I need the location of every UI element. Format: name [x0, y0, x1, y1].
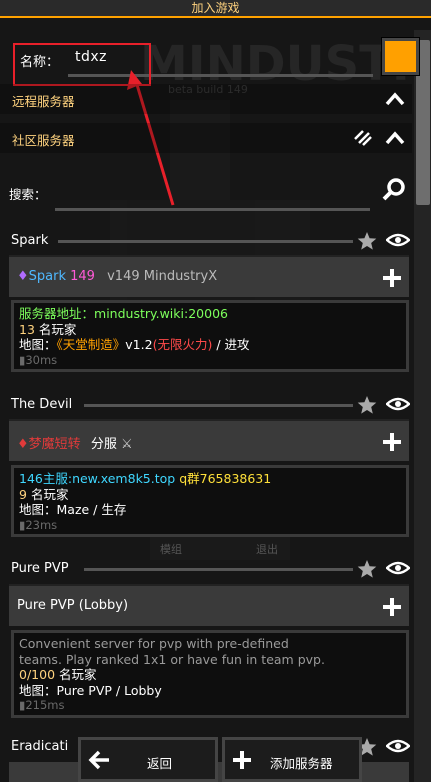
- ping-value: 215ms: [25, 698, 65, 712]
- server-name: ♦Spark 149 v149 MindustryX: [17, 269, 217, 284]
- add-server-button[interactable]: 添加服务器: [222, 737, 362, 782]
- map-label: 地图：: [19, 502, 57, 517]
- server-badge-icon: ♦: [17, 269, 29, 284]
- search-input[interactable]: [55, 208, 370, 211]
- star-icon[interactable]: [357, 559, 377, 579]
- ping-line: ▮23ms: [19, 518, 401, 534]
- ping-value: 23ms: [25, 517, 58, 532]
- server-group-title: Pure PVP: [11, 561, 69, 576]
- server-card-body[interactable]: 服务器地址：mindustry.wiki:20006 13 名玩家 地图：《天堂…: [11, 300, 409, 372]
- ping-value: 30ms: [25, 352, 58, 367]
- chevron-up-icon[interactable]: [385, 92, 405, 106]
- plus-icon[interactable]: [383, 269, 401, 287]
- player-count-line: 13 名玩家: [19, 322, 401, 338]
- server-tag: 分服: [90, 437, 117, 452]
- bg-menu-mods: 模组: [160, 542, 182, 556]
- section-remote[interactable]: 远程服务器: [0, 84, 412, 114]
- search-icon[interactable]: [382, 178, 406, 202]
- server-card-body[interactable]: Convenient server for pvp with pre-defin…: [11, 630, 409, 718]
- eye-icon[interactable]: [386, 560, 410, 576]
- add-server-button-label: 添加服务器: [270, 756, 333, 771]
- dialog-title: 加入游戏: [0, 0, 431, 18]
- section-community[interactable]: 社区服务器: [0, 123, 412, 153]
- player-count-line: 9 名玩家: [19, 487, 401, 503]
- plus-icon[interactable]: [383, 598, 401, 616]
- map-name: 《天堂制造》: [56, 337, 126, 352]
- ping-line: ▮30ms: [19, 353, 401, 369]
- eye-icon[interactable]: [386, 396, 410, 412]
- server-address-line: 服务器地址：mindustry.wiki:20006: [19, 306, 401, 322]
- map-line: 地图：Pure PVP / Lobby: [19, 683, 401, 699]
- sword-icon: ⚔: [120, 437, 133, 452]
- address-value: 146主服:new.xem8k5.top: [19, 471, 176, 486]
- star-icon[interactable]: [357, 395, 377, 415]
- divider: [84, 568, 353, 571]
- map-label: 地图：: [19, 682, 57, 698]
- divider: [58, 240, 353, 243]
- section-remote-label: 远程服务器: [12, 94, 75, 109]
- map-tag: (无限火力): [152, 337, 213, 352]
- search-label: 搜索：: [9, 187, 47, 202]
- server-card-header[interactable]: ♦梦魔短转 分服 ⚔: [9, 419, 409, 461]
- server-card-body[interactable]: 146主服:new.xem8k5.top q群765838631 9 名玩家 地…: [11, 465, 409, 537]
- hide-icon[interactable]: [353, 129, 373, 147]
- player-count: 0/100: [19, 667, 56, 682]
- map-label: 地图：: [19, 337, 57, 352]
- server-group-title: Eradicati: [11, 739, 69, 754]
- player-color-button[interactable]: [382, 38, 419, 75]
- map-version: v1.2: [125, 337, 153, 352]
- bg-menu-exit: 退出: [256, 542, 278, 556]
- eye-icon[interactable]: [386, 738, 410, 754]
- player-label: 名玩家: [38, 321, 77, 337]
- server-name-text: 梦魔短转: [28, 437, 81, 452]
- server-name: Pure PVP (Lobby): [17, 598, 129, 613]
- map-line: 地图：《天堂制造》v1.2(无限火力) / 进攻: [19, 337, 401, 353]
- section-community-label: 社区服务器: [12, 133, 75, 148]
- server-subtitle: v149 MindustryX: [107, 269, 218, 284]
- server-description: Convenient server for pvp with pre-defin…: [19, 636, 289, 651]
- server-name-prefix: Spark: [28, 269, 66, 284]
- ping-line: ▮215ms: [19, 698, 401, 714]
- player-count: 9: [19, 486, 27, 502]
- server-name: ♦梦魔短转 分服 ⚔: [17, 433, 133, 452]
- back-arrow-icon: [88, 750, 109, 770]
- chevron-up-icon[interactable]: [385, 131, 405, 145]
- server-group-title: Spark: [11, 233, 49, 248]
- server-group-title: The Devil: [11, 397, 73, 412]
- address-label: 服务器地址：: [19, 306, 95, 321]
- address-value: mindustry.wiki:20006: [94, 306, 228, 321]
- player-count-line: 0/100 名玩家: [19, 667, 401, 683]
- plus-icon[interactable]: [383, 433, 401, 451]
- game-mode: / 进攻: [216, 337, 250, 352]
- server-name-version: 149: [70, 269, 95, 284]
- player-label: 名玩家: [59, 667, 97, 682]
- server-card-header[interactable]: Pure PVP (Lobby): [9, 584, 409, 626]
- server-badge-icon: ♦: [17, 437, 29, 452]
- eye-icon[interactable]: [386, 232, 410, 248]
- back-button-label: 返回: [147, 756, 173, 771]
- divider: [84, 404, 353, 407]
- server-address-line: 146主服:new.xem8k5.top q群765838631: [19, 471, 401, 487]
- map-line: 地图：Maze / 生存: [19, 502, 401, 518]
- map-name: Maze / 生存: [56, 502, 127, 517]
- star-icon[interactable]: [357, 231, 377, 251]
- server-description: teams. Play ranked 1x1 or have fun in te…: [19, 651, 325, 667]
- map-name: Pure PVP / Lobby: [56, 682, 162, 698]
- plus-icon: [233, 751, 251, 769]
- back-button[interactable]: 返回: [78, 737, 218, 782]
- qq-group: q群765838631: [179, 471, 272, 486]
- server-card-header[interactable]: ♦Spark 149 v149 MindustryX: [9, 255, 409, 297]
- player-label: 名玩家: [30, 486, 69, 502]
- player-count: 13: [19, 321, 35, 337]
